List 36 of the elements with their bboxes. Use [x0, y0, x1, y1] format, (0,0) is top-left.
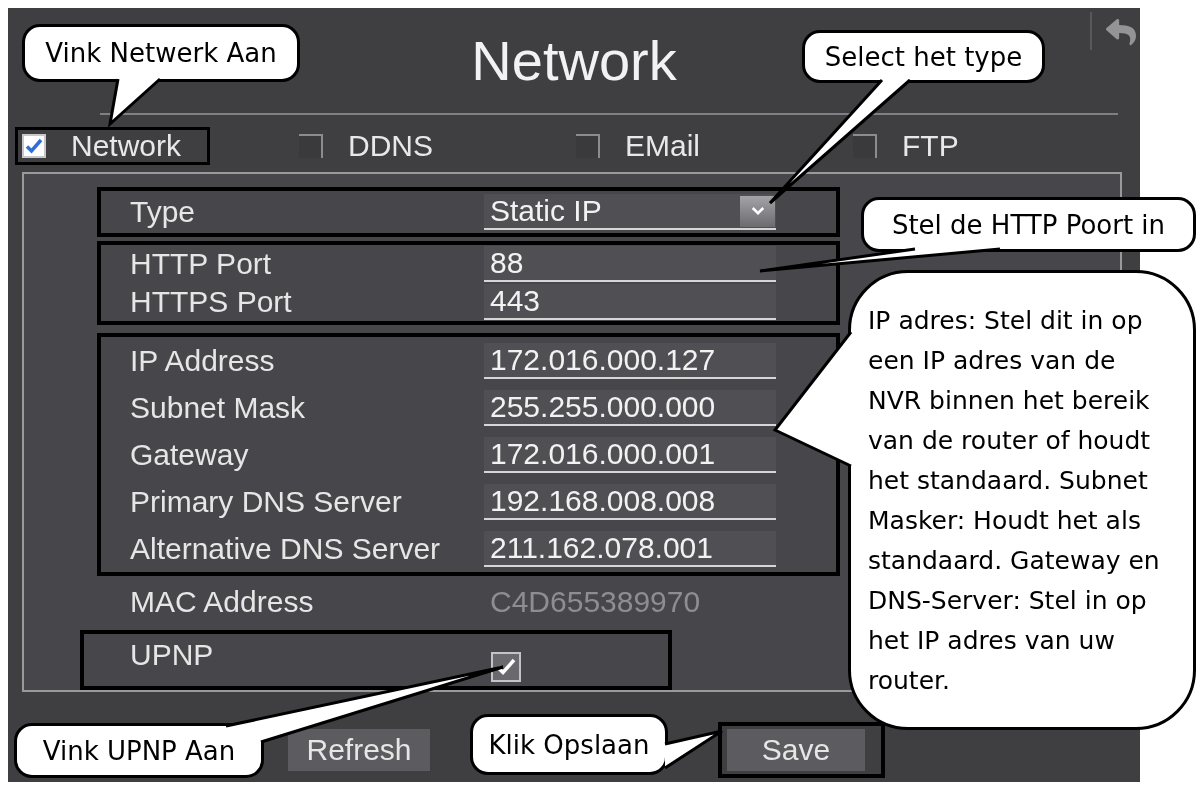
input-field[interactable]: 443: [484, 284, 776, 320]
field-label: Type: [130, 195, 196, 228]
input-field[interactable]: 255.255.000.000: [484, 389, 776, 426]
section-checkbox-tab[interactable]: Network: [22, 130, 182, 162]
input-field[interactable]: 88: [484, 246, 776, 282]
field-label: MAC Address: [130, 585, 314, 618]
callout-bubble: Vink UPNP Aan: [14, 723, 264, 778]
checkbox[interactable]: [576, 134, 600, 158]
section-checkbox-tab[interactable]: DDNS: [299, 130, 433, 162]
section-checkbox-tab[interactable]: FTP: [853, 130, 959, 162]
input-field[interactable]: 192.168.008.008: [484, 483, 776, 520]
checkbox[interactable]: [491, 652, 521, 682]
dropdown-field[interactable]: Static IP: [484, 194, 776, 230]
field-label: HTTP Port: [130, 247, 272, 280]
field-label: UPNP: [130, 638, 214, 671]
input-field[interactable]: 172.016.000.127: [484, 342, 776, 379]
field-value: C4D655389970: [490, 585, 701, 619]
checkbox[interactable]: [853, 134, 877, 158]
field-label: Subnet Mask: [130, 390, 306, 424]
field-label: HTTPS Port: [130, 285, 292, 318]
window-title: Network: [471, 28, 677, 93]
field-label: Alternative DNS Server: [130, 531, 441, 565]
save-button[interactable]: Save: [727, 729, 865, 771]
callout-bubble: IP adres: Stel dit in op een IP adres van de NVR binnen het bereik van de router of houdt het standaard. Subnet Masker: Houdt het als standaard. Gateway en DNS-Server: Stel in op het IP adres van uw router.: [848, 270, 1196, 730]
input-field[interactable]: 211.162.078.001: [484, 530, 776, 567]
field-label: Gateway: [130, 437, 249, 471]
chevron-down-icon[interactable]: [740, 195, 775, 227]
section-checkbox-tab[interactable]: EMail: [576, 130, 700, 162]
input-field[interactable]: 172.016.000.001: [484, 436, 776, 473]
checkbox[interactable]: [22, 134, 46, 158]
refresh-button[interactable]: Refresh: [288, 729, 430, 771]
callout-bubble: Select het type: [802, 30, 1045, 83]
checkbox[interactable]: [299, 134, 323, 158]
back-arrow-icon[interactable]: [1104, 17, 1138, 47]
field-label: IP Address: [130, 343, 275, 377]
field-label: Primary DNS Server: [130, 484, 402, 518]
